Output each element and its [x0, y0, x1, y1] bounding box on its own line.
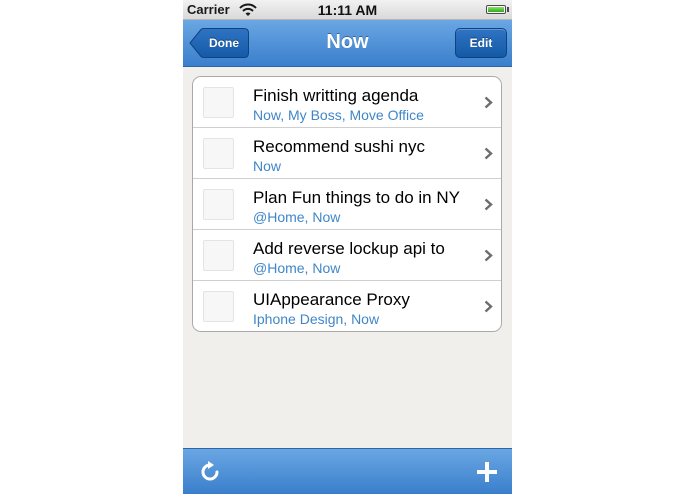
task-title: Finish writting agenda: [253, 86, 419, 105]
task-checkbox[interactable]: [203, 87, 234, 118]
task-checkbox[interactable]: [203, 240, 234, 271]
task-tags: Now: [253, 158, 282, 174]
plus-icon[interactable]: [476, 461, 498, 483]
task-tags: Now, My Boss, Move Office: [253, 107, 424, 123]
task-title: UIAppearance Proxy: [253, 290, 410, 309]
task-tags: Iphone Design, Now: [253, 311, 380, 327]
bottom-toolbar: [183, 448, 512, 494]
task-checkbox[interactable]: [203, 189, 234, 220]
battery-icon: [486, 5, 506, 14]
battery-level-fill: [488, 7, 504, 12]
task-row[interactable]: UIAppearance Proxy Iphone Design, Now: [193, 281, 501, 331]
status-time: 11:11 AM: [317, 2, 378, 18]
task-tags: @Home, Now: [253, 209, 341, 225]
battery-tip: [507, 7, 509, 12]
chevron-right-icon: [484, 96, 493, 109]
task-title: Recommend sushi nyc: [253, 137, 425, 156]
task-checkbox[interactable]: [203, 291, 234, 322]
task-row[interactable]: Recommend sushi nyc Now: [193, 128, 501, 179]
task-row[interactable]: Add reverse lockup api to @Home, Now: [193, 230, 501, 281]
navigation-bar: Done Now Edit: [183, 20, 512, 67]
phone-screen: Carrier 11:11 AM Done Now Edit Finish wr…: [183, 0, 512, 494]
task-tags: @Home, Now: [253, 260, 341, 276]
task-checkbox[interactable]: [203, 138, 234, 169]
task-row[interactable]: Finish writting agenda Now, My Boss, Mov…: [193, 77, 501, 128]
chevron-right-icon: [484, 300, 493, 313]
status-bar: Carrier 11:11 AM: [183, 0, 512, 20]
chevron-right-icon: [484, 147, 493, 160]
task-list: Finish writting agenda Now, My Boss, Mov…: [192, 76, 502, 332]
refresh-icon[interactable]: [198, 460, 222, 484]
edit-button[interactable]: Edit: [455, 28, 507, 58]
chevron-right-icon: [484, 249, 493, 262]
task-row[interactable]: Plan Fun things to do in NY @Home, Now: [193, 179, 501, 230]
task-title: Add reverse lockup api to: [253, 239, 445, 258]
chevron-right-icon: [484, 198, 493, 211]
task-title: Plan Fun things to do in NY: [253, 188, 460, 207]
